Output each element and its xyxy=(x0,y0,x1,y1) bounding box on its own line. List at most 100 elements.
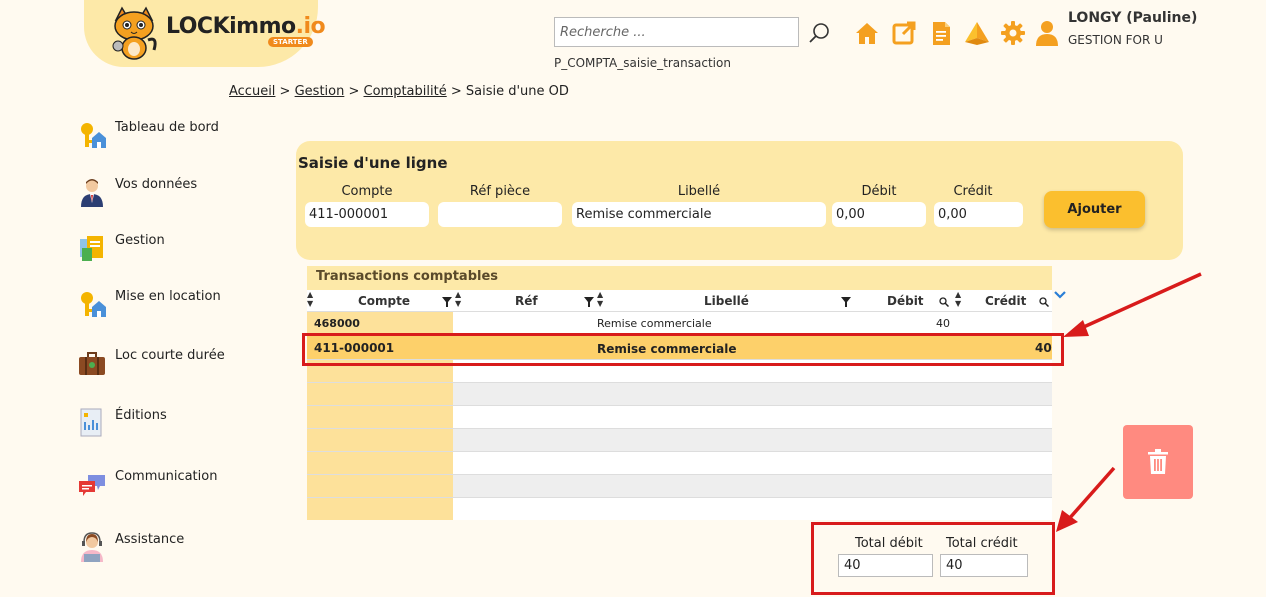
compte-field[interactable] xyxy=(305,202,429,227)
table-row-empty xyxy=(307,383,1052,406)
sidebar-item-label: Éditions xyxy=(115,408,167,423)
entry-column-ref-piece: Réf pièce xyxy=(469,184,531,199)
logo-wordmark[interactable]: LOCKimmo.io xyxy=(166,14,326,39)
column-header-debit[interactable]: Débit xyxy=(862,290,952,312)
table-row-empty xyxy=(307,498,1052,520)
sidebar-item-label: Assistance xyxy=(115,532,185,547)
pyramid-icon[interactable] xyxy=(962,18,992,48)
suitcase-icon xyxy=(79,352,105,375)
page-code: P_COMPTA_saisie_transaction xyxy=(554,56,731,70)
column-header-ref[interactable]: ▲ ▼ Réf xyxy=(455,290,595,312)
search-input[interactable] xyxy=(554,17,799,47)
breadcrumb-gestion[interactable]: Gestion xyxy=(295,84,345,99)
table-cell-debit: 40 xyxy=(936,317,950,330)
filter-icon[interactable] xyxy=(841,297,851,307)
table-row[interactable]: 468000 Remise commerciale 40 xyxy=(307,312,1052,335)
table-cell-compte-bg xyxy=(307,429,453,451)
sidebar-item-label: Communication xyxy=(115,469,218,484)
magnifier-icon[interactable] xyxy=(939,297,949,307)
entry-panel-title: Saisie d'une ligne xyxy=(298,154,448,172)
entry-column-libelle: Libellé xyxy=(677,184,721,199)
delete-button[interactable] xyxy=(1123,425,1193,499)
total-debit-label: Total débit xyxy=(855,536,923,551)
sidebar-item-assistance[interactable]: Assistance xyxy=(78,532,258,564)
debit-field[interactable] xyxy=(832,202,926,227)
libelle-field[interactable] xyxy=(572,202,826,227)
breadcrumb-comptabilite[interactable]: Comptabilité xyxy=(364,84,447,99)
column-header-compte[interactable]: ▲ ▼ Compte xyxy=(307,290,453,312)
breadcrumb-separator: > xyxy=(344,84,364,99)
table-cell-compte-bg xyxy=(307,452,453,474)
transactions-table-title: Transactions comptables xyxy=(307,266,1052,290)
trash-icon xyxy=(1148,449,1168,474)
sidebar-item-label: Vos données xyxy=(115,177,198,192)
column-header-label: Compte xyxy=(358,294,411,308)
entry-column-compte: Compte xyxy=(341,184,393,199)
sidebar-item-label: Mise en location xyxy=(115,289,221,304)
breadcrumb: Accueil > Gestion > Comptabilité > Saisi… xyxy=(229,84,569,99)
sidebar-item-vos-donnees[interactable]: Vos données xyxy=(78,177,258,209)
home-icon[interactable] xyxy=(852,18,882,48)
gear-icon[interactable] xyxy=(998,18,1028,48)
breadcrumb-separator: > xyxy=(446,84,466,99)
sort-icon[interactable]: ▲ ▼ xyxy=(955,290,961,308)
highlight-box-selected-row xyxy=(302,333,1064,366)
report-icon xyxy=(80,408,102,437)
breadcrumb-accueil[interactable]: Accueil xyxy=(229,84,275,99)
breadcrumb-current: Saisie d'une OD xyxy=(465,84,569,99)
filter-icon[interactable] xyxy=(442,297,452,307)
ref-piece-field[interactable] xyxy=(438,202,562,227)
magnifier-icon[interactable] xyxy=(1039,297,1049,307)
credit-field[interactable] xyxy=(934,202,1023,227)
sidebar-item-label: Loc courte durée xyxy=(115,348,225,363)
logo-badge: STARTER xyxy=(268,37,313,47)
sidebar-item-communication[interactable]: Communication xyxy=(78,469,258,501)
annotation-arrow-icon xyxy=(1063,272,1202,337)
add-button[interactable]: Ajouter xyxy=(1044,191,1145,228)
document-icon[interactable] xyxy=(926,18,956,48)
column-header-label: Réf xyxy=(515,294,538,308)
search-icon[interactable] xyxy=(806,20,832,46)
keys-house-icon xyxy=(81,123,106,148)
entry-column-credit: Crédit xyxy=(953,184,993,199)
sidebar-item-tableau-de-bord[interactable]: Tableau de bord xyxy=(78,120,258,152)
table-cell-compte-bg xyxy=(307,383,453,405)
sort-icon[interactable]: ▲ ▼ xyxy=(455,290,461,308)
filter-icon[interactable] xyxy=(584,297,594,307)
external-link-icon[interactable] xyxy=(889,18,919,48)
sidebar-item-gestion[interactable]: Gestion xyxy=(78,233,258,265)
column-header-credit[interactable]: ▲ ▼ Crédit xyxy=(952,290,1052,312)
sort-icon[interactable]: ▲ ▼ xyxy=(597,290,603,308)
user-organization: GESTION FOR U xyxy=(1068,33,1163,47)
cat-mascot-icon xyxy=(112,6,157,60)
documents-icon xyxy=(80,236,103,261)
breadcrumb-separator: > xyxy=(275,84,295,99)
annotation-arrow-icon xyxy=(1056,466,1116,532)
sort-icon[interactable]: ▲ ▼ xyxy=(307,290,313,308)
column-header-label: Crédit xyxy=(985,294,1027,308)
table-row-empty xyxy=(307,406,1052,429)
column-header-libelle[interactable]: ▲ ▼ Libellé xyxy=(597,290,852,312)
support-agent-icon xyxy=(81,532,103,562)
column-header-label: Débit xyxy=(887,294,924,308)
sidebar-item-mise-en-location[interactable]: Mise en location xyxy=(78,289,258,321)
table-cell-libelle: Remise commerciale xyxy=(597,317,712,330)
table-cell-compte: 468000 xyxy=(314,317,360,330)
entry-column-debit: Débit xyxy=(861,184,897,199)
person-icon xyxy=(81,179,103,207)
sidebar-item-loc-courte-duree[interactable]: Loc courte durée xyxy=(78,348,258,380)
table-row-empty xyxy=(307,475,1052,498)
table-cell-compte-bg xyxy=(307,475,453,497)
chat-bubbles-icon xyxy=(79,475,105,496)
total-credit-field[interactable] xyxy=(940,554,1028,577)
user-name[interactable]: LONGY (Pauline) xyxy=(1068,10,1197,26)
sidebar-item-editions[interactable]: Éditions xyxy=(78,408,258,440)
keys-house-icon xyxy=(81,292,106,317)
user-icon[interactable] xyxy=(1032,18,1062,48)
table-row-empty xyxy=(307,452,1052,475)
table-cell-compte-bg xyxy=(307,498,453,520)
total-debit-field[interactable] xyxy=(838,554,933,577)
total-credit-label: Total crédit xyxy=(946,536,1018,551)
sidebar-item-label: Gestion xyxy=(115,233,165,248)
transactions-table-header: ▲ ▼ Compte ▲ ▼ Réf ▲ ▼ Libellé Débit ▲ ▼ Cré… xyxy=(307,290,1052,312)
